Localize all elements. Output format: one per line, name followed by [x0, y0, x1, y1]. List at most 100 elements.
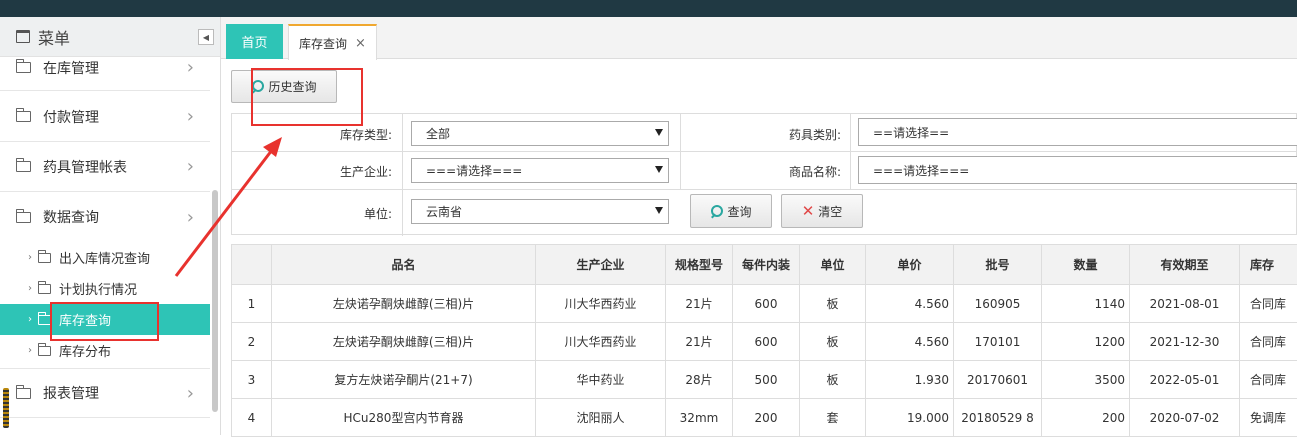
drug-category-value: ==请选择== — [873, 124, 949, 141]
table-cell: 合同库 — [1240, 361, 1297, 399]
table-cell: 板 — [800, 323, 866, 361]
table-cell: 2022-05-01 — [1130, 361, 1240, 399]
column-header[interactable]: 每件内装 — [733, 245, 800, 285]
sidebar-subitem-plan-execution[interactable]: › 计划执行情况 — [0, 273, 210, 304]
caret-right-icon: › — [28, 314, 32, 325]
sidebar-subitem-label: 计划执行情况 — [59, 279, 137, 298]
stock-type-label: 库存类型: — [232, 126, 392, 143]
table-cell: 2020-07-02 — [1130, 399, 1240, 437]
clear-icon: ✕ — [802, 202, 815, 220]
table-cell: 1200 — [1042, 323, 1130, 361]
drug-category-label: 药具类别: — [681, 126, 841, 143]
table-cell: 1 — [232, 285, 272, 323]
stock-type-value: 全部 — [426, 125, 450, 142]
stock-type-select[interactable]: 全部 — [411, 121, 669, 146]
drug-category-select[interactable]: ==请选择== — [858, 118, 1297, 146]
table-cell: 160905 — [954, 285, 1042, 323]
sidebar-item-report-management[interactable]: 报表管理 › — [0, 368, 210, 418]
collapse-sidebar-button[interactable]: ◀ — [198, 29, 214, 45]
table-row[interactable]: 4 HCu280型宫内节育器 沈阳丽人 32mm 200 套 19.000 20… — [232, 399, 1297, 437]
table-cell: 左炔诺孕酮炔雌醇(三相)片 — [272, 285, 536, 323]
divider — [850, 114, 851, 190]
caret-down-icon — [655, 207, 663, 214]
table-cell: 1140 — [1042, 285, 1130, 323]
table-cell: 32mm — [666, 399, 733, 437]
table-cell: 复方左炔诺孕酮片(21+7) — [272, 361, 536, 399]
unit-select[interactable]: 云南省 — [411, 199, 669, 224]
close-icon[interactable]: × — [355, 36, 366, 51]
sidebar-subitem-inout-query[interactable]: › 出入库情况查询 — [0, 242, 210, 273]
table-cell: 4.560 — [866, 285, 954, 323]
folder-icon — [16, 388, 31, 399]
table-row[interactable]: 1 左炔诺孕酮炔雌醇(三相)片 川大华西药业 21片 600 板 4.560 1… — [232, 285, 1297, 323]
unit-value: 云南省 — [426, 203, 462, 220]
sidebar-item-label: 数据查询 — [43, 207, 99, 227]
sidebar-item-device-ledger[interactable]: 药具管理帐表 › — [0, 142, 210, 192]
table-cell: 1.930 — [866, 361, 954, 399]
column-header[interactable]: 有效期至 — [1130, 245, 1240, 285]
table-cell: 21片 — [666, 285, 733, 323]
tab-bar: 首页 库存查询 × — [221, 17, 1297, 59]
manufacturer-value: ===请选择=== — [426, 162, 522, 179]
sidebar-scrollbar[interactable] — [212, 190, 218, 412]
chevron-right-icon: › — [187, 57, 194, 78]
column-header[interactable]: 生产企业 — [536, 245, 666, 285]
query-button[interactable]: 查询 — [690, 194, 772, 228]
sidebar-item-in-stock-management[interactable]: 在库管理 › — [0, 45, 210, 91]
column-header[interactable]: 品名 — [272, 245, 536, 285]
folder-icon — [38, 346, 51, 356]
caret-down-icon — [655, 129, 663, 136]
chevron-right-icon: › — [187, 156, 194, 177]
table-cell: 川大华西药业 — [536, 323, 666, 361]
table-cell: 沈阳丽人 — [536, 399, 666, 437]
table-cell: 套 — [800, 399, 866, 437]
table-row[interactable]: 3 复方左炔诺孕酮片(21+7) 华中药业 28片 500 板 1.930 20… — [232, 361, 1297, 399]
unit-label: 单位: — [232, 205, 392, 222]
folder-icon — [16, 62, 31, 73]
column-header[interactable]: 规格型号 — [666, 245, 733, 285]
table-cell: 28片 — [666, 361, 733, 399]
table-cell: 板 — [800, 361, 866, 399]
tab-home[interactable]: 首页 — [226, 24, 283, 59]
chevron-right-icon: › — [187, 383, 194, 404]
column-header — [232, 245, 272, 285]
table-row[interactable]: 2 左炔诺孕酮炔雌醇(三相)片 川大华西药业 21片 600 板 4.560 1… — [232, 323, 1297, 361]
sidebar-item-payment-management[interactable]: 付款管理 › — [0, 92, 210, 142]
table-cell: 4.560 — [866, 323, 954, 361]
annotation-box-history — [251, 68, 363, 126]
table-cell: 600 — [733, 323, 800, 361]
query-label: 查询 — [727, 203, 751, 220]
product-name-select[interactable]: ===请选择=== — [858, 156, 1297, 184]
folder-icon — [16, 111, 31, 122]
manufacturer-select[interactable]: ===请选择=== — [411, 158, 669, 183]
tab-stock-label: 库存查询 — [299, 35, 347, 52]
table-cell: 3500 — [1042, 361, 1130, 399]
table-cell: 板 — [800, 285, 866, 323]
column-header[interactable]: 库存 — [1240, 245, 1297, 285]
tab-stock-query[interactable]: 库存查询 × — [288, 24, 377, 60]
column-header[interactable]: 批号 — [954, 245, 1042, 285]
table-cell: 合同库 — [1240, 285, 1297, 323]
column-header[interactable]: 单价 — [866, 245, 954, 285]
column-header[interactable]: 数量 — [1042, 245, 1130, 285]
table-cell: 华中药业 — [536, 361, 666, 399]
calendar-icon — [16, 30, 30, 43]
caret-right-icon: › — [28, 345, 32, 356]
product-name-label: 商品名称: — [681, 163, 841, 180]
table-cell: 500 — [733, 361, 800, 399]
table-cell: 19.000 — [866, 399, 954, 437]
manufacturer-label: 生产企业: — [232, 163, 392, 180]
sidebar-item-data-query[interactable]: 数据查询 › — [0, 192, 210, 242]
clear-label: 清空 — [818, 203, 842, 220]
table-cell: HCu280型宫内节育器 — [272, 399, 536, 437]
scroll-indicator — [3, 388, 9, 428]
chevron-right-icon: › — [187, 207, 194, 228]
sidebar-item-label: 报表管理 — [43, 383, 99, 403]
caret-right-icon: › — [28, 283, 32, 294]
sidebar-subitem-label: 库存分布 — [59, 341, 111, 360]
column-header[interactable]: 单位 — [800, 245, 866, 285]
clear-button[interactable]: ✕ 清空 — [781, 194, 863, 228]
table-cell: 3 — [232, 361, 272, 399]
folder-icon — [38, 253, 51, 263]
table-cell: 左炔诺孕酮炔雌醇(三相)片 — [272, 323, 536, 361]
